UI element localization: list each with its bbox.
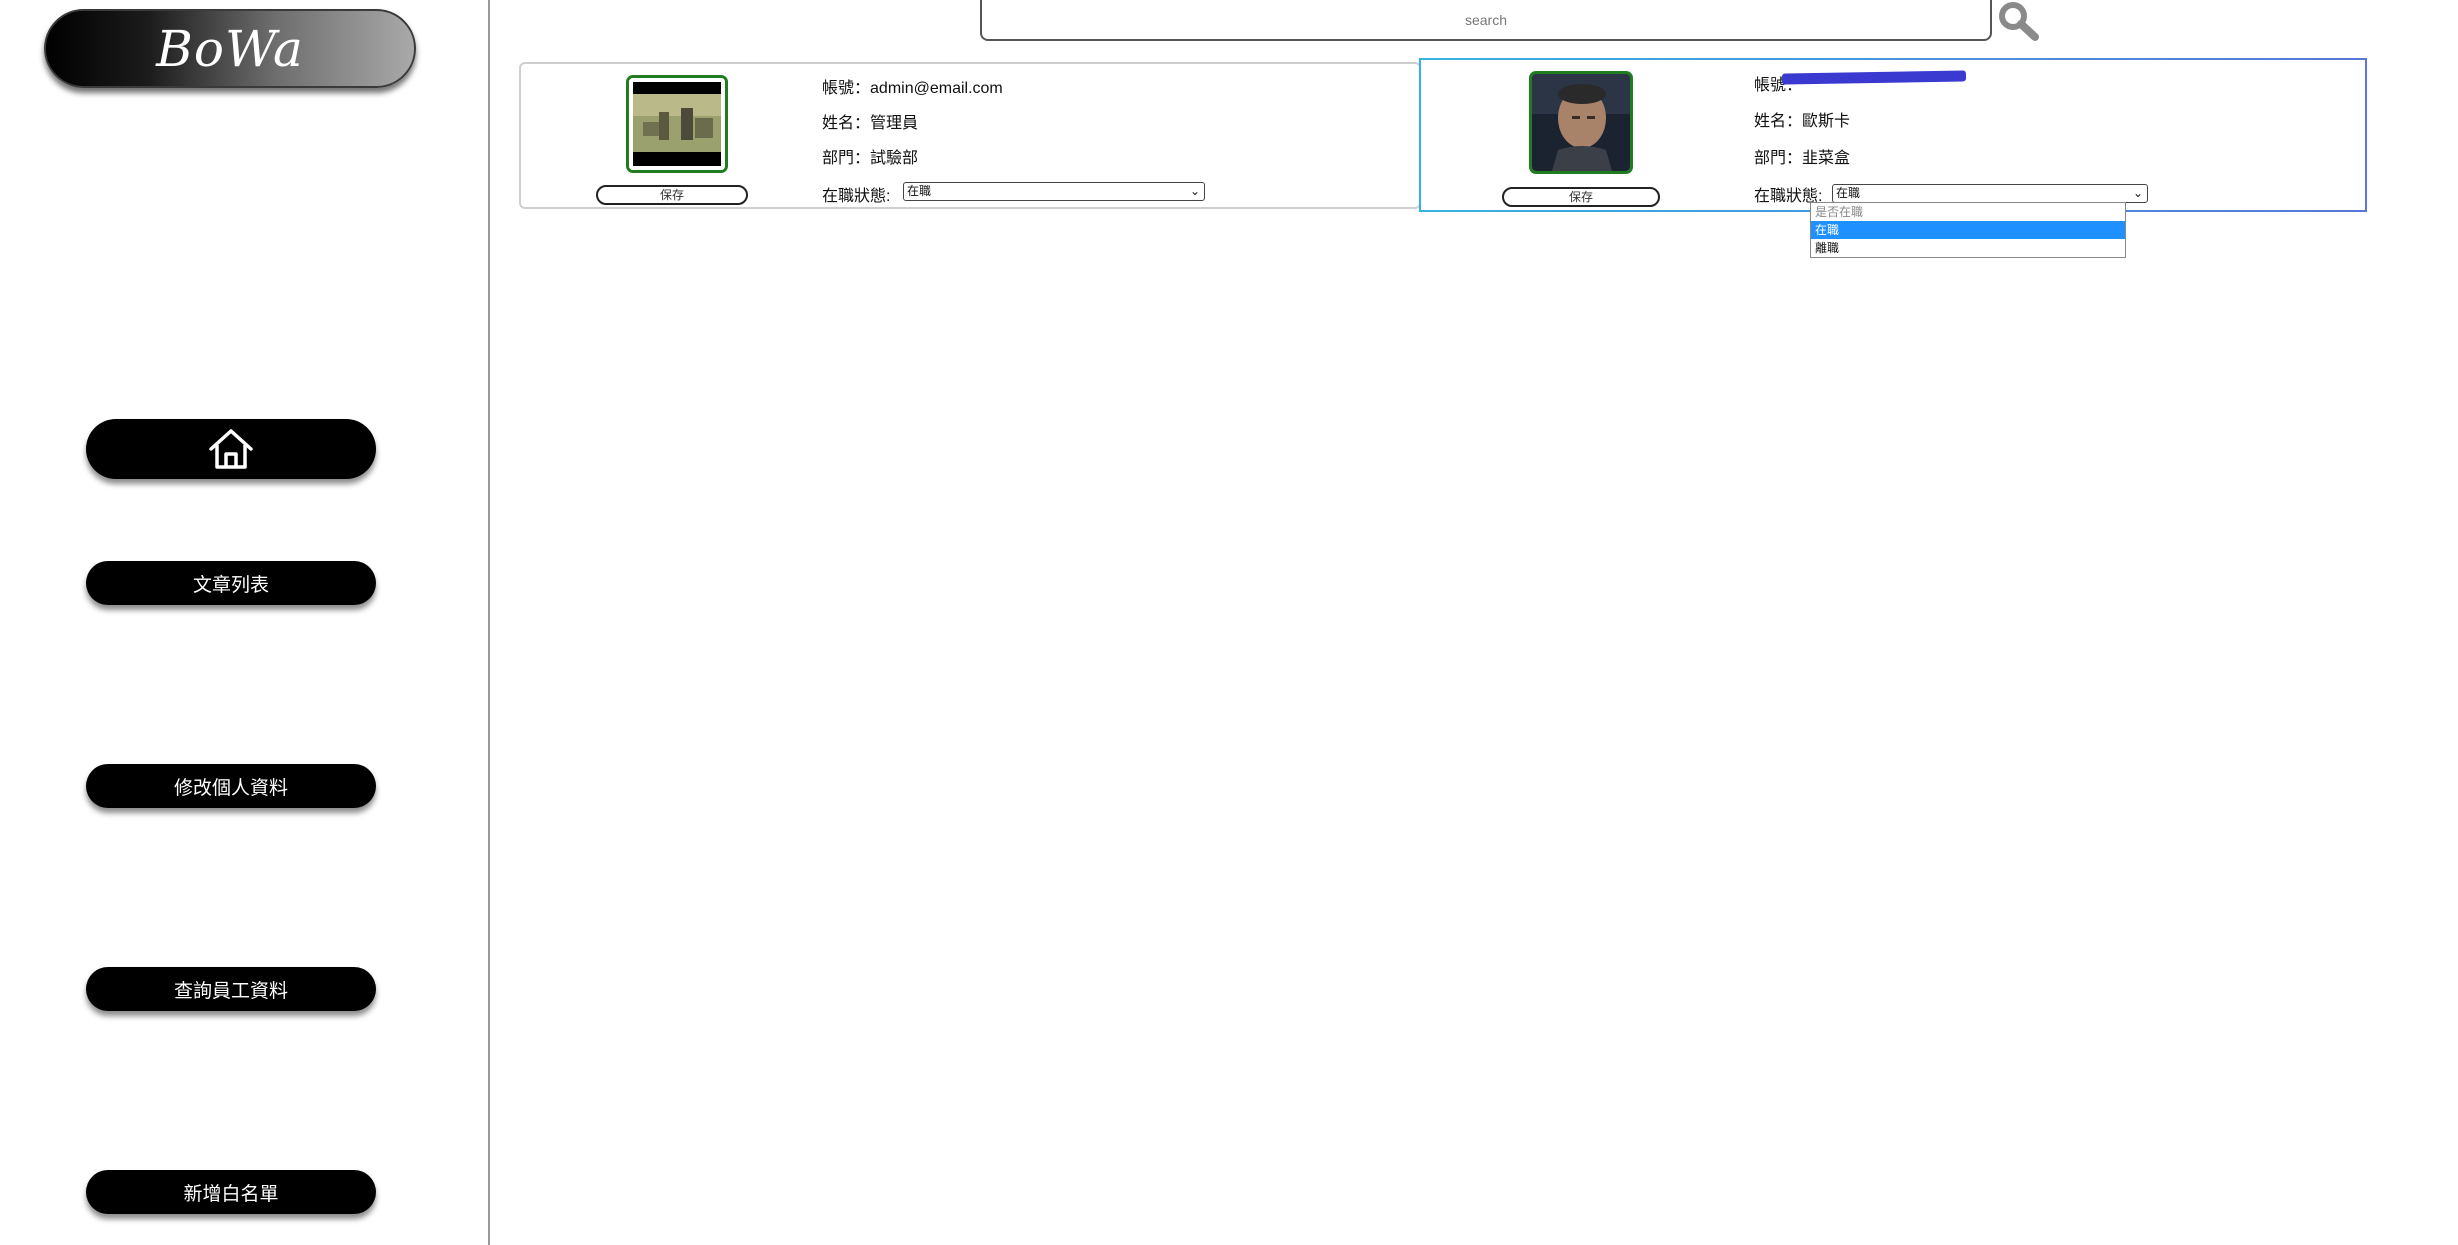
search-icon[interactable] — [1996, 0, 2042, 42]
dropdown-option[interactable]: 離職 — [1811, 239, 2125, 257]
nav-add-whitelist-button[interactable]: 新增白名單 — [86, 1170, 376, 1214]
status-dropdown-list: 是否在職 在職 離職 — [1810, 202, 2126, 258]
logo[interactable]: BoWa — [44, 9, 416, 88]
nav-article-list-button[interactable]: 文章列表 — [86, 561, 376, 605]
name-label: 姓名： — [1754, 113, 1803, 130]
dept-label: 部門： — [1754, 150, 1803, 167]
nav-edit-profile-button[interactable]: 修改個人資料 — [86, 764, 376, 808]
status-select[interactable]: 在職 ⌄ — [1832, 184, 2148, 203]
home-icon — [209, 429, 253, 469]
account-value: admin@email.com — [870, 80, 1003, 97]
dept-label: 部門： — [822, 150, 871, 167]
status-select[interactable]: 在職 ⌄ — [903, 182, 1205, 201]
dept-value: 韭菜盒 — [1802, 150, 1851, 167]
home-button[interactable] — [86, 419, 376, 479]
save-button[interactable]: 保存 — [596, 185, 748, 205]
avatar — [626, 75, 728, 173]
dropdown-option[interactable]: 在職 — [1811, 221, 2125, 239]
status-select-value: 在職 — [907, 184, 932, 198]
dropdown-option: 是否在職 — [1815, 205, 1864, 219]
account-label: 帳號： — [822, 80, 871, 97]
dept-value: 試驗部 — [870, 150, 919, 167]
save-button[interactable]: 保存 — [1502, 187, 1660, 207]
avatar — [1529, 71, 1633, 174]
name-label: 姓名： — [822, 115, 871, 132]
sidebar: BoWa 文章列表 修改個人資料 查詢員工資料 新增白名單 — [0, 0, 490, 1245]
name-value: 歐斯卡 — [1802, 113, 1851, 130]
employee-card: 保存 帳號：admin@email.com 姓名：管理員 部門：試驗部 在職狀態… — [519, 62, 1421, 209]
search-input[interactable]: search — [980, 0, 1992, 41]
status-select-value: 在職 — [1836, 186, 1861, 200]
status-label: 在職狀態: — [822, 188, 891, 205]
chevron-down-icon: ⌄ — [2132, 186, 2143, 200]
name-value: 管理員 — [870, 115, 919, 132]
chevron-down-icon: ⌄ — [1189, 184, 1200, 198]
logo-text: BoWa — [156, 19, 304, 78]
nav-search-employee-button[interactable]: 查詢員工資料 — [86, 967, 376, 1011]
